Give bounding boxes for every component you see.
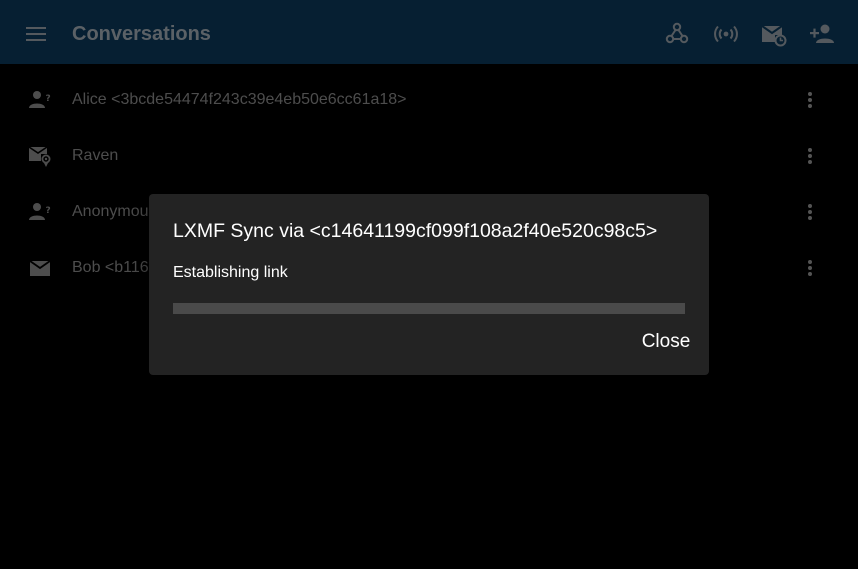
close-button[interactable]: Close [633,328,699,356]
sync-progress-bar [173,303,685,314]
dialog-title: LXMF Sync via <c14641199cf099f108a2f40e5… [173,220,658,242]
sync-status-text: Establishing link [173,264,288,281]
sync-dialog: LXMF Sync via <c14641199cf099f108a2f40e5… [149,194,709,375]
app-window: Conversations ? Alice <3bcde54474f243c39… [0,0,858,569]
